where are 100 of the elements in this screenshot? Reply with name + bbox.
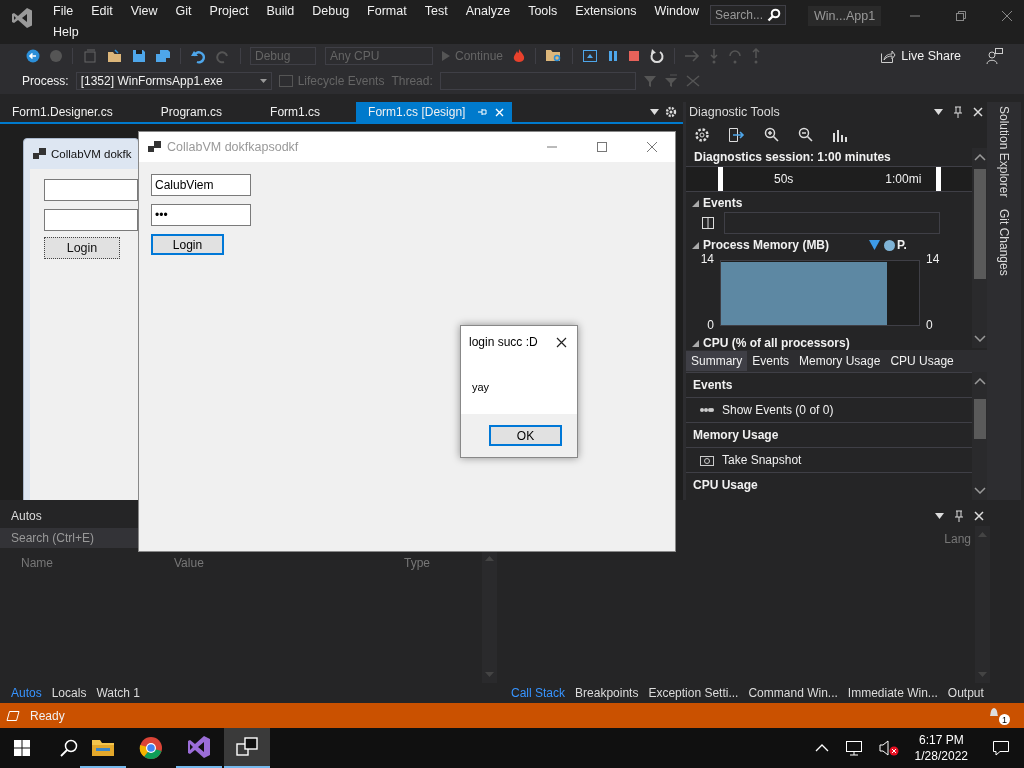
menu-item[interactable]: Build — [257, 4, 304, 18]
windows-start-icon[interactable] — [14, 740, 30, 756]
restore-icon[interactable] — [955, 10, 968, 22]
flame-icon[interactable] — [512, 48, 527, 64]
person-message-icon[interactable] — [986, 47, 1004, 65]
save-icon[interactable] — [132, 49, 146, 63]
ok-button[interactable]: OK — [489, 425, 562, 446]
stop-icon[interactable] — [628, 50, 641, 62]
pin-icon[interactable] — [954, 510, 964, 522]
login-button[interactable]: Login — [44, 237, 120, 259]
tab[interactable]: Call Stack — [506, 684, 571, 702]
undo-icon[interactable] — [190, 48, 206, 64]
collapse-icon[interactable] — [692, 241, 699, 249]
menu-item[interactable]: Extensions — [566, 4, 646, 18]
search-field[interactable]: Search... — [710, 5, 786, 25]
close-icon[interactable] — [556, 336, 567, 348]
network-icon[interactable] — [844, 740, 863, 756]
logo-icon — [187, 735, 211, 759]
text-field[interactable] — [44, 179, 138, 201]
window-icon[interactable] — [582, 48, 599, 64]
section-heading: Memory Usage — [686, 422, 972, 447]
username-field[interactable]: CalubViem — [151, 174, 251, 196]
menu-item[interactable]: Format — [358, 4, 416, 18]
legend-dot — [884, 239, 896, 251]
menu-item[interactable]: Test — [415, 4, 457, 18]
action-link[interactable]: Show Events (0 of 0) — [722, 403, 834, 417]
panel-title: Diagnostic Tools — [689, 105, 780, 119]
browser-icon — [139, 736, 163, 760]
menu-item[interactable]: Window — [645, 4, 708, 18]
open-folder-icon[interactable] — [107, 49, 123, 63]
collapse-icon[interactable] — [692, 339, 699, 347]
password-field[interactable]: ••• — [151, 204, 251, 226]
bar-chart-icon[interactable] — [832, 127, 848, 143]
action-link[interactable]: Take Snapshot — [722, 453, 802, 467]
zoom-out-icon[interactable] — [798, 127, 814, 143]
pin-icon[interactable] — [953, 106, 963, 118]
tab[interactable]: Watch 1 — [91, 684, 145, 702]
form-title: CollabVM dokfk — [51, 148, 132, 160]
menu-item[interactable]: Project — [200, 4, 258, 18]
dropdown-icon[interactable] — [934, 109, 943, 115]
timeline-ruler[interactable]: 50s 1:00mi — [686, 166, 972, 192]
pause-icon[interactable] — [702, 217, 714, 229]
scrollbar-thumb[interactable] — [973, 399, 986, 439]
restart-icon[interactable] — [649, 48, 666, 64]
menu-item[interactable]: Debug — [303, 4, 359, 18]
pause-icon[interactable] — [607, 50, 620, 62]
text-field[interactable] — [44, 209, 138, 231]
search-icon[interactable] — [60, 739, 78, 757]
menu-item[interactable]: Analyze — [456, 4, 520, 18]
designer-form[interactable]: CollabVM dokfk Login — [23, 138, 139, 500]
menu-item[interactable]: View — [121, 4, 167, 18]
tab[interactable]: Immediate Win... — [842, 684, 943, 702]
export-icon[interactable] — [728, 127, 746, 143]
menu-item[interactable]: Edit — [82, 4, 122, 18]
tab[interactable]: Events — [747, 351, 795, 371]
tab[interactable]: Locals — [46, 684, 92, 702]
muted-speaker-icon[interactable] — [878, 740, 899, 756]
side-tab[interactable]: Solution Explorer — [997, 106, 1011, 198]
section-heading: CPU (% of all processors) — [703, 336, 850, 350]
menu-item[interactable]: Help — [44, 25, 88, 39]
live-share-button[interactable]: Live Share — [880, 48, 961, 64]
dropdown-icon[interactable] — [935, 513, 944, 519]
menu-item[interactable]: File — [44, 4, 83, 18]
tab[interactable]: Exception Setti... — [643, 684, 744, 702]
document-tab[interactable]: Form1.cs — [258, 102, 329, 122]
document-tab[interactable]: Program.cs — [148, 102, 231, 122]
clock-date[interactable]: 1/28/2022 — [914, 749, 968, 763]
back-icon[interactable] — [26, 49, 40, 63]
search-field[interactable]: Search (Ctrl+E) — [0, 528, 138, 548]
save-all-icon[interactable] — [155, 49, 171, 63]
tab[interactable]: Output — [942, 684, 989, 702]
document-tab[interactable]: Form1.Designer.cs — [0, 102, 121, 122]
scroll-down-icon[interactable] — [973, 487, 986, 494]
scroll-down-icon[interactable] — [973, 335, 986, 342]
bell-icon[interactable] — [988, 706, 1000, 718]
tab[interactable]: Autos — [6, 684, 47, 702]
chevron-up-icon[interactable] — [814, 744, 829, 752]
taskbar-app[interactable] — [224, 728, 270, 768]
tab[interactable]: Command Win... — [743, 684, 843, 702]
scrollbar-thumb[interactable] — [973, 169, 986, 279]
process-dropdown[interactable]: [1352] WinFormsApp1.exe — [75, 72, 272, 90]
windows-overlap-icon — [236, 737, 258, 757]
tab[interactable]: Memory Usage — [794, 351, 886, 371]
collapse-icon[interactable] — [692, 199, 699, 207]
dropdown-icon[interactable] — [650, 109, 659, 115]
menu-item[interactable]: Tools — [519, 4, 567, 18]
clock-time[interactable]: 6:17 PM — [918, 733, 964, 747]
settings-icon[interactable] — [694, 127, 710, 143]
side-tab[interactable]: Git Changes — [997, 209, 1011, 277]
tab[interactable]: Breakpoints — [570, 684, 644, 702]
settings-icon[interactable] — [665, 106, 677, 118]
notification-icon[interactable] — [992, 740, 1010, 756]
login-button[interactable]: Login — [151, 234, 224, 255]
tab[interactable]: Summary — [686, 351, 748, 371]
maximize-icon[interactable] — [596, 141, 608, 153]
zoom-in-icon[interactable] — [764, 127, 780, 143]
scroll-up-icon[interactable] — [973, 154, 986, 161]
tab[interactable]: CPU Usage — [885, 351, 959, 371]
scroll-up-icon[interactable] — [973, 378, 986, 385]
menu-item[interactable]: Git — [166, 4, 201, 18]
